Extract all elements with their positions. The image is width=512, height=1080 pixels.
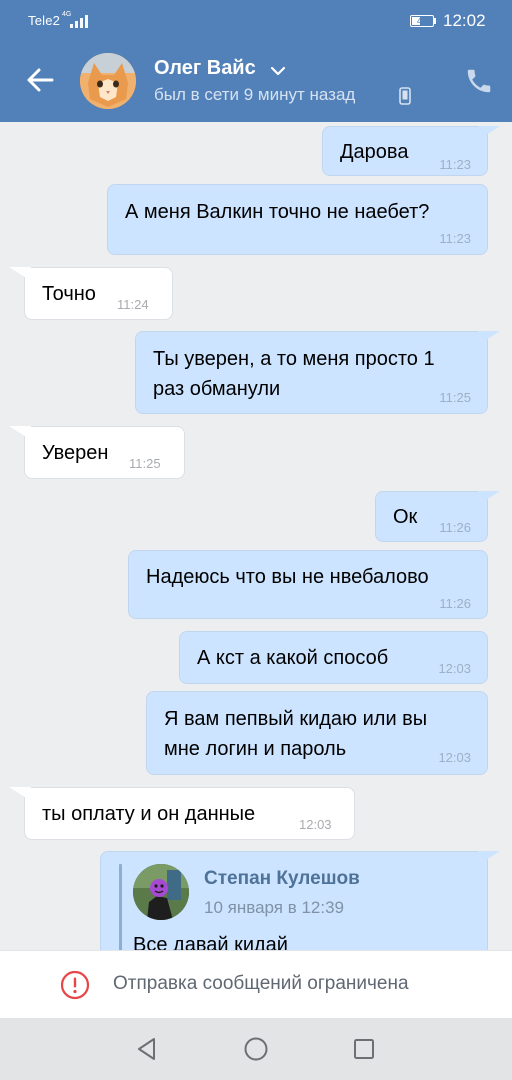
message-incoming[interactable]: Точно 11:24: [24, 267, 173, 320]
message-text: А меня Валкин точно не наебет?: [125, 201, 430, 223]
message-time: 12:03: [438, 661, 471, 676]
message-text-line: Ты уверен, а то меня просто 1: [153, 348, 435, 370]
bubble-tail: [478, 331, 500, 345]
contact-name[interactable]: Олег Вайс: [154, 57, 256, 80]
message-text: Дарова: [340, 141, 409, 163]
message-time: 11:25: [129, 456, 161, 471]
message-incoming[interactable]: ты оплату и он данные 12:03: [24, 787, 355, 840]
nav-home-icon[interactable]: [243, 1036, 269, 1062]
message-time: 11:25: [439, 390, 471, 405]
message-list[interactable]: Дарова 11:23 А меня Валкин точно не наеб…: [0, 122, 512, 950]
battery-level: 42: [416, 16, 427, 26]
message-outgoing[interactable]: Дарова 11:23: [322, 126, 488, 176]
nav-back-icon[interactable]: [134, 1036, 160, 1062]
signal-icon: [70, 14, 90, 28]
message-time: 11:23: [439, 231, 471, 246]
bubble-tail: [478, 851, 500, 865]
message-outgoing[interactable]: Надеюсь что вы не нвебалово 11:26: [128, 550, 488, 619]
last-seen-status: был в сети 9 минут назад: [154, 85, 356, 104]
mobile-device-icon: [399, 87, 411, 105]
message-text: А кст а какой способ: [197, 647, 389, 669]
messaging-restricted-banner: Отправка сообщений ограничена: [0, 950, 512, 1018]
phone-call-icon[interactable]: [464, 66, 494, 96]
status-clock: 12:02: [443, 11, 486, 30]
message-outgoing[interactable]: Ок 11:26: [375, 491, 488, 542]
message-time: 11:26: [439, 596, 471, 611]
carrier-label: Tele2: [28, 13, 61, 28]
nav-recents-icon[interactable]: [352, 1037, 376, 1061]
message-outgoing[interactable]: А меня Валкин точно не наебет? 11:23: [107, 184, 488, 255]
forward-indicator: [119, 864, 122, 950]
forwarded-message[interactable]: Степан Кулешов 10 января в 12:39 Все дав…: [100, 851, 488, 950]
message-outgoing[interactable]: А кст а какой способ 12:03: [179, 631, 488, 684]
message-time: 12:03: [299, 817, 332, 832]
message-time: 11:24: [117, 297, 149, 312]
bubble-tail: [478, 491, 500, 505]
message-time: 11:26: [439, 520, 471, 535]
message-time: 12:03: [438, 750, 471, 765]
chevron-down-icon[interactable]: [270, 64, 286, 76]
bubble-tail: [9, 426, 31, 440]
bubble-tail: [478, 126, 500, 140]
message-text-line: раз обманули: [153, 378, 281, 400]
message-outgoing[interactable]: Ты уверен, а то меня просто 1 раз обману…: [135, 331, 488, 414]
message-incoming[interactable]: Уверен 11:25: [24, 426, 185, 479]
battery-cap: [434, 18, 436, 24]
message-time: 11:23: [439, 157, 471, 172]
chat-header: Tele2 4G 42 12:02 Олег Вайс был в сети 9…: [0, 0, 512, 122]
message-text: Надеюсь что вы не нвебалово: [146, 566, 429, 588]
forward-text: Все давай кидай: [133, 934, 288, 950]
bubble-tail: [9, 267, 31, 281]
message-text-line: мне логин и пароль: [164, 738, 347, 760]
message-text: Ок: [393, 506, 418, 528]
message-text-line: Я вам пепвый кидаю или вы: [164, 708, 428, 730]
battery-icon: 42: [410, 15, 434, 27]
forward-author-avatar[interactable]: [133, 864, 189, 920]
contact-avatar[interactable]: [80, 53, 136, 109]
message-text: Точно: [42, 283, 96, 305]
forward-author-name[interactable]: Степан Кулешов: [204, 868, 360, 890]
status-bar: Tele2 4G 42 12:02: [0, 0, 512, 40]
back-arrow-icon[interactable]: [22, 62, 58, 98]
message-outgoing[interactable]: Я вам пепвый кидаю или вы мне логин и па…: [146, 691, 488, 775]
message-text: Уверен: [42, 442, 109, 464]
restriction-text: Отправка сообщений ограничена: [113, 973, 409, 994]
forward-date: 10 января в 12:39: [204, 898, 345, 917]
bubble-tail: [9, 787, 31, 801]
warning-circle-icon: [60, 970, 90, 1000]
message-text: ты оплату и он данные: [42, 803, 256, 825]
system-navigation-bar: [0, 1018, 512, 1080]
